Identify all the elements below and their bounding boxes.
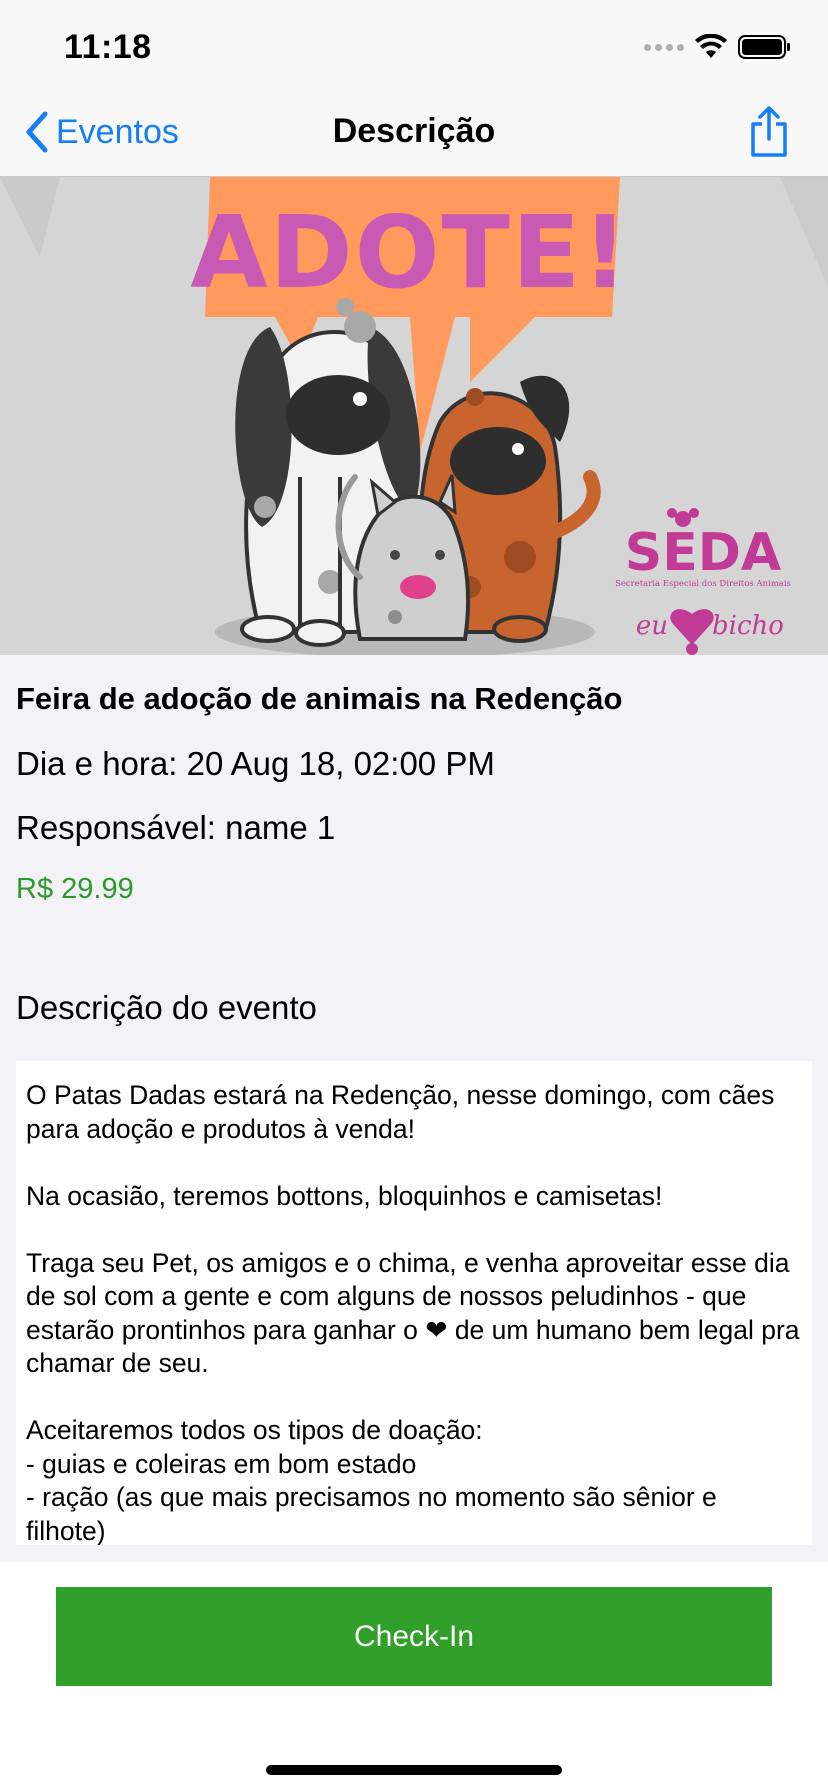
description-text-view[interactable]: O Patas Dadas estará na Redenção, nesse …: [16, 1061, 812, 1545]
share-icon: [751, 106, 787, 157]
adoption-poster-illustration: ADOTE! SEDA Secretaria Especial dos Dire…: [0, 177, 828, 655]
seda-logo-text: SEDA: [625, 523, 781, 583]
eu-ama-bicho-left: eu: [636, 611, 668, 641]
event-date-time: Dia e hora: 20 Aug 18, 02:00 PM: [16, 745, 495, 782]
status-time: 11:18: [64, 28, 152, 66]
wifi-icon: [695, 34, 727, 58]
status-icons: [644, 34, 792, 60]
description-heading: Descrição do evento: [16, 989, 317, 1026]
bottom-action-area: Check-In: [0, 1562, 828, 1792]
svg-text:ADOTE!: ADOTE!: [190, 194, 630, 311]
battery-icon: [738, 35, 790, 59]
page-title: Descrição: [332, 112, 496, 150]
navigation-bar: Eventos Descrição: [0, 92, 828, 177]
share-button[interactable]: [748, 106, 790, 163]
seda-logo-tagline: Secretaria Especial dos Direitos Animais: [615, 579, 791, 589]
home-indicator[interactable]: [266, 1765, 562, 1775]
eu-ama-bicho-right: bicho: [712, 611, 784, 641]
check-in-button[interactable]: Check-In: [56, 1587, 772, 1686]
event-title: Feira de adoção de animais na Redenção: [16, 681, 623, 716]
description-text: O Patas Dadas estará na Redenção, nesse …: [26, 1080, 800, 1545]
event-price: R$ 29.99: [16, 873, 134, 905]
event-image: ADOTE! SEDA Secretaria Especial dos Dire…: [0, 177, 828, 655]
cellular-signal-icon: [644, 43, 684, 51]
status-bar: 11:18: [0, 0, 828, 92]
event-responsible: Responsável: name 1: [16, 809, 336, 846]
